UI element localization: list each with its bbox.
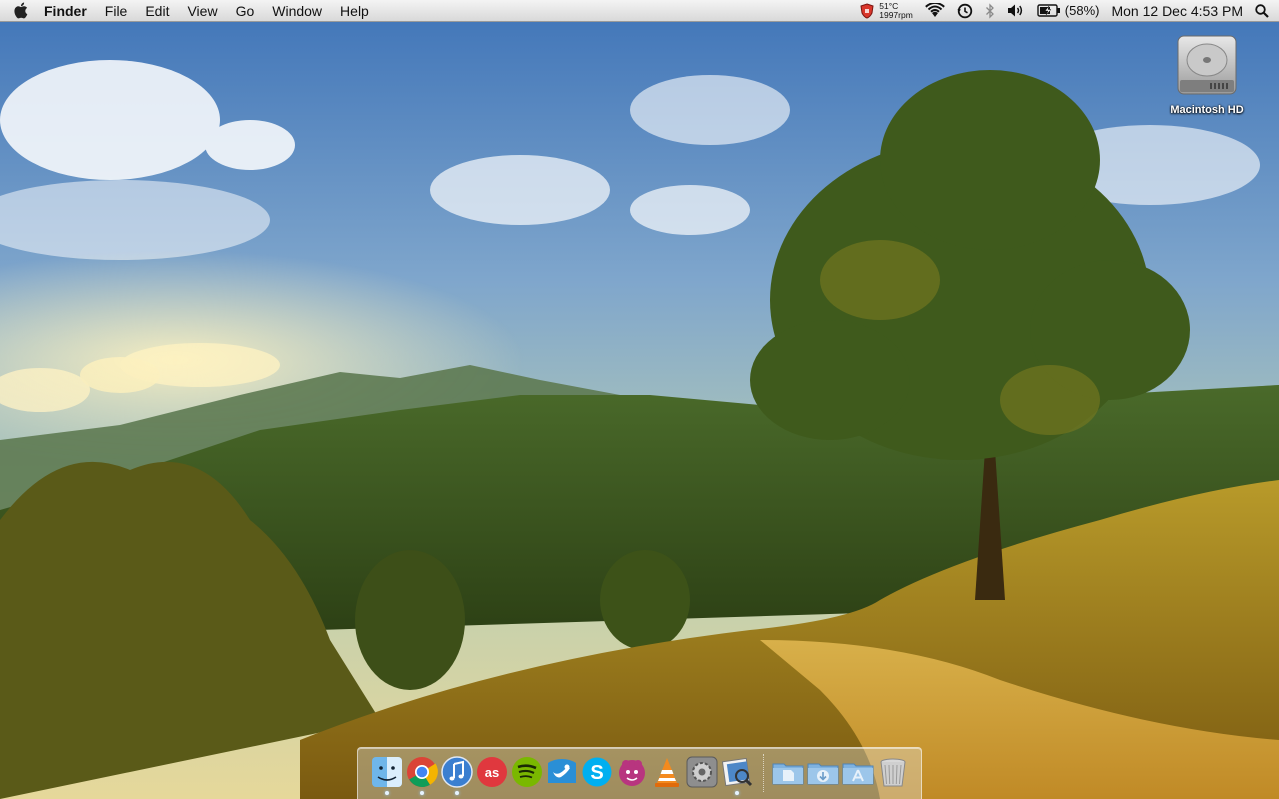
- running-indicator: [420, 791, 424, 795]
- running-indicator: [735, 791, 739, 795]
- fan-speed-readout: 1997rpm: [879, 9, 913, 20]
- finder-icon[interactable]: [370, 755, 404, 789]
- skype-icon[interactable]: S: [580, 755, 614, 789]
- app-menu-finder[interactable]: Finder: [40, 0, 96, 22]
- running-indicator: [455, 791, 459, 795]
- volume-icon[interactable]: [1007, 3, 1025, 18]
- desktop-wallpaper: [0, 0, 1279, 799]
- battery-status[interactable]: (58%): [1037, 3, 1100, 18]
- menu-file[interactable]: File: [96, 0, 137, 22]
- chrome-icon[interactable]: [405, 755, 439, 789]
- battery-icon: [1037, 4, 1061, 17]
- menu-help[interactable]: Help: [331, 0, 378, 22]
- menu-bar: Finder File Edit View Go Window Help 51°…: [0, 0, 1279, 22]
- preview-icon[interactable]: [720, 755, 754, 789]
- svg-text:S: S: [590, 762, 603, 784]
- menu-window[interactable]: Window: [263, 0, 331, 22]
- menu-edit[interactable]: Edit: [136, 0, 178, 22]
- spotlight-search-icon[interactable]: [1255, 3, 1269, 18]
- lastfm-icon[interactable]: as: [475, 755, 509, 789]
- trash-icon[interactable]: [876, 755, 910, 789]
- documents-folder-icon[interactable]: [771, 755, 805, 789]
- svg-text:as: as: [485, 765, 499, 780]
- dock-separator: [763, 754, 765, 792]
- vlc-icon[interactable]: [650, 755, 684, 789]
- desktop-icon-label: Macintosh HD: [1170, 104, 1244, 116]
- dock: as S: [357, 747, 922, 799]
- itunes-icon[interactable]: [440, 755, 474, 789]
- downloads-folder-icon[interactable]: [806, 755, 840, 789]
- wifi-icon[interactable]: [924, 3, 945, 18]
- time-machine-icon[interactable]: [957, 3, 973, 19]
- growl-icon[interactable]: [615, 755, 649, 789]
- bluetooth-icon[interactable]: [985, 2, 995, 19]
- apple-icon[interactable]: [0, 2, 40, 19]
- hard-drive-icon: [1174, 30, 1240, 98]
- security-shield-icon: [860, 2, 874, 19]
- clock[interactable]: Mon 12 Dec 4:53 PM: [1111, 3, 1243, 19]
- system-preferences-icon[interactable]: [685, 755, 719, 789]
- applications-folder-icon[interactable]: [841, 755, 875, 789]
- twitter-icon[interactable]: [545, 755, 579, 789]
- running-indicator: [385, 791, 389, 795]
- desktop-icon-macintosh-hd[interactable]: Macintosh HD: [1166, 30, 1248, 116]
- menu-go[interactable]: Go: [227, 0, 264, 22]
- menu-view[interactable]: View: [178, 0, 226, 22]
- battery-percent: (58%): [1064, 3, 1100, 18]
- spotify-icon[interactable]: [510, 755, 544, 789]
- temperature-monitor[interactable]: 51°C 1997rpm: [860, 1, 913, 20]
